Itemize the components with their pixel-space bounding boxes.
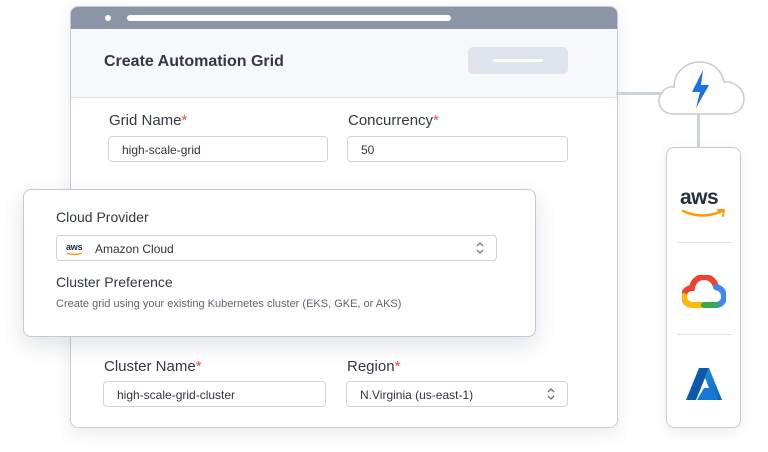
- provider-logos-panel: aws: [666, 147, 741, 428]
- google-cloud-icon: [682, 275, 726, 308]
- aws-small-icon: aws: [66, 242, 83, 252]
- cluster-name-input[interactable]: high-scale-grid-cluster: [103, 381, 326, 407]
- required-mark: *: [394, 358, 401, 375]
- region-value: N.Virginia (us-east-1): [360, 388, 474, 402]
- chevron-updown-icon: [547, 388, 555, 400]
- cluster-preference-label: Cluster Preference: [56, 274, 173, 290]
- grid-name-label: Grid Name*: [109, 112, 188, 129]
- address-bar-placeholder: [127, 15, 451, 21]
- required-mark: *: [195, 358, 202, 375]
- header-action-button[interactable]: [468, 47, 568, 74]
- cloud-provider-select[interactable]: aws Amazon Cloud: [56, 235, 497, 261]
- divider: [677, 334, 732, 335]
- page-title: Create Automation Grid: [104, 53, 284, 70]
- cluster-name-label: Cluster Name*: [104, 358, 202, 375]
- form-header: Create Automation Grid: [71, 29, 617, 98]
- cloud-lightning-icon: [658, 61, 745, 115]
- window-dot: [105, 15, 111, 21]
- required-mark: *: [181, 112, 188, 129]
- cloud-provider-value: Amazon Cloud: [95, 242, 174, 256]
- aws-smile-icon: [681, 209, 725, 217]
- aws-logo: aws: [680, 186, 719, 209]
- cluster-preference-hint: Create grid using your existing Kubernet…: [56, 298, 402, 310]
- grid-name-input[interactable]: high-scale-grid: [108, 136, 328, 162]
- cloud-provider-card: Cloud Provider aws Amazon Cloud Cluster …: [23, 189, 536, 337]
- window-titlebar: [71, 7, 617, 29]
- concurrency-input[interactable]: 50: [347, 136, 568, 162]
- aws-smile-icon: [66, 252, 83, 256]
- azure-icon: [686, 368, 722, 400]
- required-mark: *: [433, 112, 439, 129]
- divider: [677, 242, 732, 243]
- region-select[interactable]: N.Virginia (us-east-1): [346, 381, 568, 407]
- region-label: Region*: [347, 358, 401, 375]
- concurrency-label: Concurrency*: [348, 112, 439, 129]
- cloud-provider-label: Cloud Provider: [56, 209, 149, 225]
- chevron-updown-icon: [476, 242, 484, 254]
